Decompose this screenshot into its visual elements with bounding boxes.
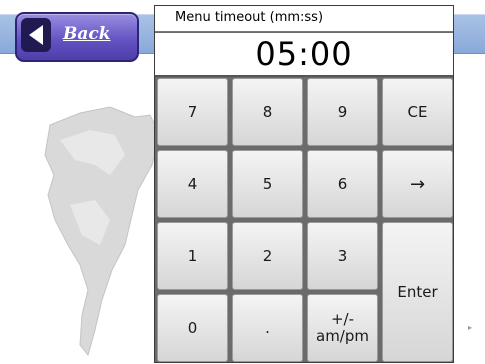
back-button[interactable]: Back (15, 12, 139, 62)
key-4[interactable]: 4 (157, 150, 228, 218)
key-enter[interactable]: Enter (382, 222, 453, 362)
key-2[interactable]: 2 (232, 222, 303, 290)
key-3[interactable]: 3 (307, 222, 378, 290)
value-display: 05:00 (155, 33, 453, 77)
back-arrow-box (21, 18, 51, 52)
key-7[interactable]: 7 (157, 78, 228, 146)
key-plus-minus-am-pm[interactable]: +/- am/pm (307, 294, 378, 362)
key-5[interactable]: 5 (232, 150, 303, 218)
key-ce[interactable]: CE (382, 78, 453, 146)
key-1[interactable]: 1 (157, 222, 228, 290)
key-0[interactable]: 0 (157, 294, 228, 362)
key-6[interactable]: 6 (307, 150, 378, 218)
dialog-caption: Menu timeout (mm:ss) (155, 6, 453, 32)
key-9[interactable]: 9 (307, 78, 378, 146)
key-right-arrow[interactable]: → (382, 150, 453, 218)
corner-marker: ▸ (468, 323, 473, 332)
left-arrow-icon (29, 25, 43, 45)
numeric-entry-dialog: Menu timeout (mm:ss) 05:00 7 8 9 CE 4 5 … (154, 5, 454, 363)
back-label: Back (63, 24, 111, 44)
world-map-icon (44, 106, 161, 357)
key-8[interactable]: 8 (232, 78, 303, 146)
key-decimal[interactable]: . (232, 294, 303, 362)
